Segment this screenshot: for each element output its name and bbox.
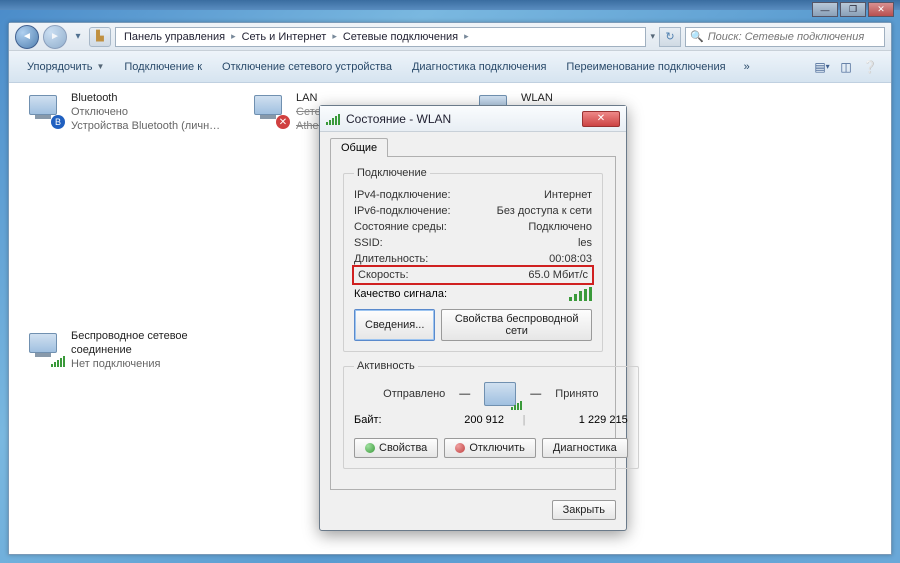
- refresh-button[interactable]: ↻: [659, 27, 681, 47]
- group-label: Подключение: [354, 167, 430, 179]
- tab-general[interactable]: Общие: [330, 138, 388, 157]
- minimize-button[interactable]: —: [812, 2, 838, 17]
- network-adapter-icon: ✕: [248, 91, 288, 127]
- duration-value: 00:08:03: [549, 253, 592, 265]
- help-button[interactable]: ❔: [859, 56, 881, 78]
- disable-icon: [455, 443, 465, 453]
- ipv4-value: Интернет: [544, 189, 592, 201]
- close-dialog-button[interactable]: Закрыть: [552, 500, 616, 520]
- chevron-right-icon: ▸: [332, 31, 337, 42]
- received-label: Принято: [555, 388, 598, 400]
- group-label: Активность: [354, 360, 418, 372]
- bytes-sent-value: 200 912: [424, 414, 504, 426]
- address-bar: ◄ ► ▾ ▙ Панель управления▸ Сеть и Интерн…: [9, 23, 891, 51]
- chevron-right-icon: ▸: [464, 31, 469, 42]
- bytes-received-value: 1 229 215: [544, 414, 628, 426]
- disable-button[interactable]: Отключить: [444, 438, 536, 458]
- connection-item-bluetooth[interactable]: B Bluetooth Отключено Устройства Bluetoo…: [23, 91, 228, 133]
- nav-history-dropdown[interactable]: ▾: [71, 27, 85, 47]
- diagnose-button[interactable]: Диагностика: [542, 438, 628, 458]
- disconnected-icon: ✕: [276, 115, 290, 129]
- connection-name: LAN: [296, 91, 446, 105]
- dialog-title: Состояние - WLAN: [346, 112, 451, 126]
- connection-name: WLAN: [521, 91, 553, 105]
- media-state-value: Подключено: [528, 221, 592, 233]
- search-box[interactable]: 🔍: [685, 27, 885, 47]
- tab-general-pane: Подключение IPv4-подключение: Интернет IP…: [330, 156, 616, 490]
- breadcrumb-dropdown[interactable]: ▾: [650, 31, 655, 42]
- signal-bars-icon: [569, 287, 592, 301]
- search-icon: 🔍: [690, 30, 704, 43]
- breadcrumb-item[interactable]: Сеть и Интернет: [238, 31, 331, 43]
- connection-group: Подключение IPv4-подключение: Интернет IP…: [343, 167, 603, 352]
- signal-quality-label: Качество сигнала:: [354, 288, 447, 300]
- outer-window-controls: — ❐ ✕: [812, 2, 894, 17]
- network-adapter-icon: [23, 329, 63, 365]
- dash-icon: —: [459, 388, 470, 400]
- dash-icon: —: [530, 388, 541, 400]
- command-toolbar: Упорядочить▼ Подключение к Отключение се…: [9, 51, 891, 83]
- connection-name: Bluetooth: [71, 91, 221, 105]
- dialog-titlebar[interactable]: Состояние - WLAN ✕: [320, 106, 626, 132]
- view-options-button[interactable]: ▤▾: [811, 56, 833, 78]
- speed-value: 65.0 Мбит/с: [528, 269, 588, 281]
- breadcrumb-item[interactable]: Сетевые подключения: [339, 31, 462, 43]
- wlan-status-dialog: Состояние - WLAN ✕ Общие Подключение IPv…: [319, 105, 627, 531]
- signal-bars-icon: [51, 355, 65, 367]
- activity-group: Активность Отправлено — — Принято Байт: …: [343, 360, 639, 469]
- network-adapter-icon: B: [23, 91, 63, 127]
- bluetooth-icon: B: [51, 115, 65, 129]
- connection-status: Отключено: [71, 105, 221, 119]
- ipv6-label: IPv6-подключение:: [354, 205, 451, 217]
- search-input[interactable]: [708, 31, 880, 43]
- toolbar-diagnose[interactable]: Диагностика подключения: [404, 57, 554, 77]
- preview-pane-button[interactable]: ◫: [835, 56, 857, 78]
- ipv4-label: IPv4-подключение:: [354, 189, 451, 201]
- toolbar-organize[interactable]: Упорядочить▼: [19, 57, 112, 77]
- dialog-close-button[interactable]: ✕: [582, 111, 620, 127]
- connection-name: Беспроводное сетевое соединение: [71, 329, 228, 357]
- signal-bars-icon: [511, 400, 522, 410]
- ssid-label: SSID:: [354, 237, 383, 249]
- nav-forward-button[interactable]: ►: [43, 25, 67, 49]
- media-state-label: Состояние среды:: [354, 221, 447, 233]
- maximize-button[interactable]: ❐: [840, 2, 866, 17]
- connection-device: Устройства Bluetooth (личной с...: [71, 119, 221, 133]
- shield-icon: [365, 443, 375, 453]
- duration-label: Длительность:: [354, 253, 428, 265]
- speed-row-highlighted: Скорость: 65.0 Мбит/с: [354, 267, 592, 283]
- ipv6-value: Без доступа к сети: [497, 205, 592, 217]
- toolbar-overflow[interactable]: »: [738, 57, 756, 77]
- connection-status: Нет подключения: [71, 357, 228, 371]
- connection-item-wireless[interactable]: Беспроводное сетевое соединение Нет подк…: [23, 329, 228, 371]
- breadcrumb[interactable]: Панель управления▸ Сеть и Интернет▸ Сете…: [115, 27, 646, 47]
- toolbar-disable-device[interactable]: Отключение сетевого устройства: [214, 57, 400, 77]
- wireless-properties-button[interactable]: Свойства беспроводной сети: [441, 309, 592, 341]
- details-button[interactable]: Сведения...: [354, 309, 435, 341]
- bytes-label: Байт:: [354, 414, 424, 426]
- signal-bars-icon: [326, 113, 340, 125]
- toolbar-connect-to[interactable]: Подключение к: [116, 57, 210, 77]
- breadcrumb-item[interactable]: Панель управления: [120, 31, 229, 43]
- chevron-right-icon: ▸: [231, 31, 236, 42]
- nav-back-button[interactable]: ◄: [15, 25, 39, 49]
- close-button[interactable]: ✕: [868, 2, 894, 17]
- speed-label: Скорость:: [358, 269, 409, 281]
- folder-icon[interactable]: ▙: [89, 27, 111, 47]
- ssid-value: les: [578, 237, 592, 249]
- sent-label: Отправлено: [383, 388, 445, 400]
- toolbar-rename[interactable]: Переименование подключения: [558, 57, 733, 77]
- properties-button[interactable]: Свойства: [354, 438, 438, 458]
